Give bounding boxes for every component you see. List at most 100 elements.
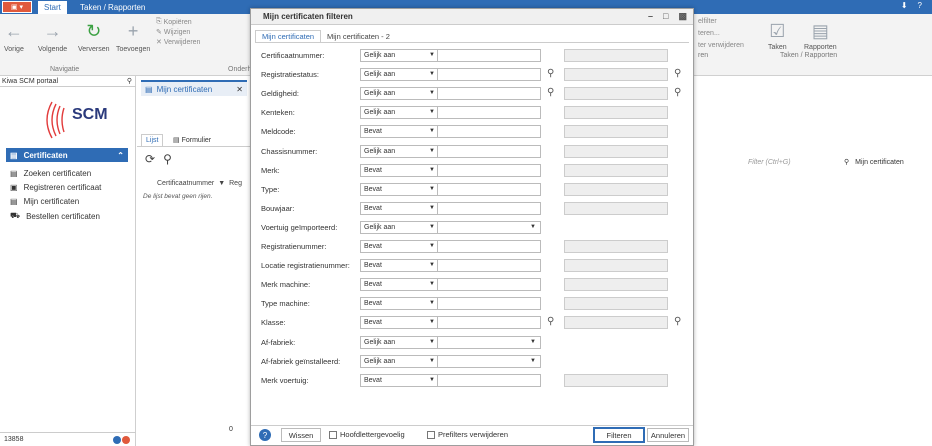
value-display <box>564 49 668 62</box>
dropdown-arrow-icon: ▼ <box>429 90 435 97</box>
value-input[interactable] <box>437 316 541 330</box>
search-icon[interactable]: ⚲ <box>547 87 554 98</box>
filter-button[interactable]: Filteren <box>593 427 645 443</box>
group-label-taken-rapporten: Taken / Rapporten <box>780 52 838 59</box>
download-icon[interactable]: ⬇ <box>901 1 908 10</box>
remove-filter-option[interactable]: ter verwijderen <box>698 42 744 49</box>
nav-bestellen-certificaten[interactable]: ⛟ Bestellen certificaten <box>10 211 100 221</box>
help-icon[interactable]: ? <box>918 1 922 10</box>
filter-option-2[interactable]: teren... <box>698 30 720 37</box>
value-input[interactable] <box>437 201 541 215</box>
value-input[interactable] <box>437 240 541 253</box>
search-icon[interactable]: ⚲ <box>547 316 554 327</box>
column-header-certificaatnummer[interactable]: Certificaatnummer ▼ Reg <box>157 180 242 187</box>
operator-select[interactable]: Bevat ▼ <box>360 240 440 253</box>
nav-registreren-certificaat[interactable]: ▣ Registreren certificaat <box>10 183 101 192</box>
row-count: 0 <box>229 426 233 433</box>
value-input[interactable] <box>437 297 541 311</box>
operator-select[interactable]: Bevat ▼ <box>360 201 440 215</box>
tab-start[interactable]: Start <box>38 1 67 14</box>
operator-select[interactable]: Bevat ▼ <box>360 297 440 311</box>
minimize-icon[interactable]: – <box>648 11 653 22</box>
copy-button[interactable]: ⎘ Kopiëren <box>156 18 192 26</box>
value-input[interactable] <box>437 182 541 196</box>
tab-mijn-certificaten-2[interactable]: Mijn certificaten - 2 <box>321 30 396 42</box>
operator-select[interactable]: Gelijk aan ▼ <box>360 335 440 349</box>
add-button[interactable]: + Toevoegen <box>116 21 150 54</box>
document-tab-mijn-certificaten[interactable]: ▤ Mijn certificaten ✕ <box>141 80 247 96</box>
group-label-filter: ren <box>698 52 709 59</box>
close-icon[interactable]: ▩ <box>678 11 687 22</box>
operator-select[interactable]: Gelijk aan ▼ <box>360 144 440 158</box>
value-select[interactable]: ▼ <box>437 220 541 234</box>
edit-button[interactable]: ✎ Wijzigen <box>156 28 190 37</box>
back-button[interactable]: ← Vorige <box>4 21 24 54</box>
operator-select[interactable]: Gelijk aan ▼ <box>360 49 440 62</box>
filter-dropdown[interactable]: Mijn certificaten <box>855 159 904 166</box>
nav-zoeken-certificaten[interactable]: ▤ Zoeken certificaten <box>10 169 91 178</box>
close-icon[interactable]: ✕ <box>236 85 243 94</box>
value-select[interactable]: ▼ <box>437 354 541 368</box>
quick-filter-input[interactable]: Filter (Ctrl+G) <box>748 159 844 166</box>
clear-button[interactable]: Wissen <box>281 428 321 442</box>
value-input[interactable] <box>437 373 541 387</box>
search-icon[interactable]: ⚲ <box>844 158 849 166</box>
value-input[interactable] <box>437 106 541 120</box>
value-select[interactable]: ▼ <box>437 335 541 349</box>
taken-button[interactable]: ☑ Taken <box>768 20 787 52</box>
filter-icon: ▼ <box>218 180 226 187</box>
case-sensitive-checkbox[interactable]: Hoofdlettergevoelig <box>329 430 405 439</box>
tab-mijn-certificaten[interactable]: Mijn certificaten <box>255 30 322 42</box>
search-icon[interactable]: ⚲ <box>674 68 681 79</box>
operator-value: Bevat <box>364 300 382 308</box>
value-input[interactable] <box>437 259 541 273</box>
operator-select[interactable]: Bevat ▼ <box>360 373 440 387</box>
maximize-icon[interactable]: □ <box>663 11 668 22</box>
operator-select[interactable]: Bevat ▼ <box>360 163 440 177</box>
info-icon[interactable] <box>113 435 121 444</box>
search-icon[interactable]: ⚲ <box>547 68 554 79</box>
operator-select[interactable]: Bevat ▼ <box>360 182 440 196</box>
help-icon[interactable]: ? <box>259 429 271 441</box>
remove-prefilters-checkbox[interactable]: Prefilters verwijderen <box>427 430 508 439</box>
delete-button[interactable]: ✕ Verwijderen <box>156 38 200 47</box>
value-input[interactable] <box>437 163 541 177</box>
operator-select[interactable]: Gelijk aan ▼ <box>360 354 440 368</box>
alert-icon[interactable] <box>122 435 130 444</box>
rapporten-button[interactable]: ▤ Rapporten <box>804 21 837 52</box>
portal-select[interactable]: Kiwa SCM portaal ⚲ <box>0 76 136 87</box>
dropdown-arrow-icon: ▼ <box>429 262 435 269</box>
value-input[interactable] <box>437 87 541 101</box>
tab-lijst[interactable]: Lijst <box>141 134 164 146</box>
operator-select[interactable]: Bevat ▼ <box>360 125 440 139</box>
tab-taken-rapporten[interactable]: Taken / Rapporten <box>74 1 151 14</box>
operator-select[interactable]: Bevat ▼ <box>360 278 440 292</box>
operator-select[interactable]: Gelijk aan ▼ <box>360 87 440 101</box>
filter-option-1[interactable]: elfilter <box>698 18 717 25</box>
value-input[interactable] <box>437 144 541 158</box>
tasks-icon: ☑ <box>769 20 786 41</box>
zoom-icon[interactable]: ⚲ <box>163 152 172 166</box>
cancel-button[interactable]: Annuleren <box>647 428 689 442</box>
forward-button[interactable]: → Volgende <box>38 21 67 54</box>
tab-formulier[interactable]: ▤ Formulier <box>169 134 215 146</box>
app-icon: ▣ <box>10 4 18 11</box>
certificaten-header[interactable]: ▤ Certificaten ⌃ <box>6 148 128 162</box>
value-input[interactable] <box>437 278 541 292</box>
certificate-icon: ▤ <box>10 150 18 160</box>
operator-select[interactable]: Gelijk aan ▼ <box>360 68 440 82</box>
app-menu-button[interactable]: ▣ ▾ <box>2 1 32 13</box>
search-icon[interactable]: ⚲ <box>674 87 681 98</box>
value-input[interactable] <box>437 49 541 62</box>
search-icon[interactable]: ⚲ <box>674 316 681 327</box>
value-input[interactable] <box>437 125 541 139</box>
operator-select[interactable]: Bevat ▼ <box>360 259 440 273</box>
list-icon: ▤ <box>10 169 18 178</box>
operator-select[interactable]: Bevat ▼ <box>360 316 440 330</box>
nav-mijn-certificaten[interactable]: ▤ Mijn certificaten <box>10 197 79 206</box>
operator-select[interactable]: Gelijk aan ▼ <box>360 106 440 120</box>
value-input[interactable] <box>437 68 541 82</box>
operator-select[interactable]: Gelijk aan ▼ <box>360 220 440 234</box>
refresh-icon[interactable]: ⟳ <box>145 152 155 166</box>
refresh-button[interactable]: ↻ Verversen <box>78 21 110 54</box>
